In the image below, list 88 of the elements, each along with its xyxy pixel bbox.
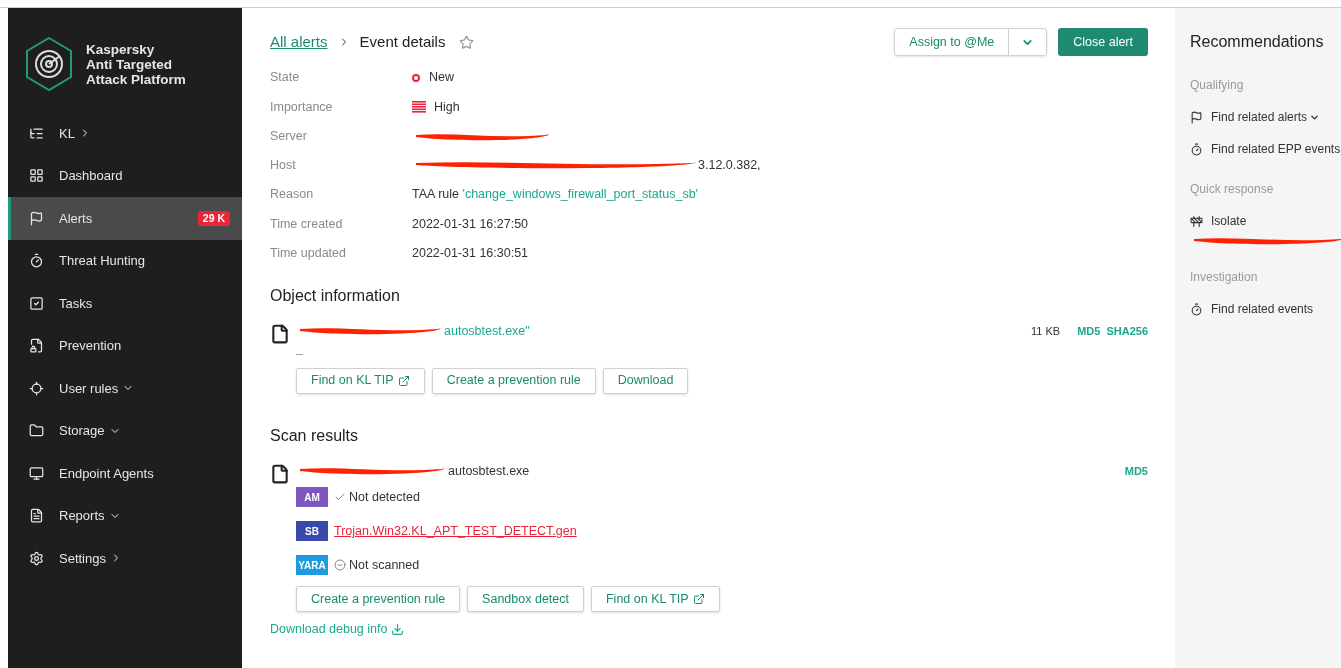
sidebar-label: KL	[59, 124, 75, 143]
section-title: Object information	[270, 286, 401, 307]
sidebar-item[interactable]: Settings	[8, 537, 242, 580]
sidebar-label: Alerts	[59, 209, 93, 228]
detail-value: 3.12.0.382,	[698, 157, 761, 175]
download-icon	[391, 623, 405, 637]
folder-icon	[29, 423, 44, 439]
flag-icon	[29, 210, 44, 226]
page-title: Event details	[359, 31, 446, 52]
sidebar-item[interactable]: Dashboard	[8, 154, 242, 197]
monitor-icon	[29, 465, 44, 481]
sidebar-item[interactable]: Reports	[8, 494, 242, 537]
tree-icon	[29, 125, 44, 141]
external-link-icon	[692, 593, 705, 606]
grid-icon	[29, 168, 44, 184]
minus-circle-icon	[334, 559, 346, 572]
recommendation-item[interactable]: Isolate	[1190, 212, 1247, 230]
sidebar-label: Prevention	[59, 337, 122, 355]
detail-label: Reason	[270, 186, 315, 204]
detail-value: 2022-01-31 16:27:50	[412, 215, 529, 233]
detail-label: Host	[270, 157, 297, 175]
file-size: 11 KB	[1031, 324, 1061, 340]
detection-link[interactable]: Trojan.Win32.KL_APT_TEST_DETECT.gen	[334, 521, 577, 541]
barrier-icon	[1190, 214, 1203, 228]
sidebar-label: Settings	[59, 549, 106, 568]
timer-icon	[1190, 302, 1203, 316]
flag-icon	[1190, 110, 1203, 124]
close-alert-button[interactable]: Close alert	[1058, 28, 1148, 56]
detail-value: High	[434, 98, 460, 116]
scan-result: Not detected	[349, 488, 420, 506]
section-title: Scan results	[270, 425, 360, 446]
sidebar-label: User rules	[59, 379, 119, 398]
product-name: Kaspersky Anti Targeted Attack Platform	[86, 41, 186, 87]
timer-icon	[29, 253, 44, 269]
panel-title: Recommendations	[1190, 32, 1325, 52]
sidebar-item[interactable]: User rules	[8, 367, 242, 410]
group-title: Quick response	[1190, 181, 1275, 198]
engine-tag: SB	[296, 521, 328, 542]
detail-label: State	[270, 69, 301, 87]
detail-value: New	[429, 69, 454, 87]
group-title: Qualifying	[1190, 77, 1245, 94]
logo-icon	[24, 36, 74, 92]
detail-label: Server	[270, 127, 308, 145]
file-note: –	[296, 345, 304, 363]
sidebar-item[interactable]: Prevention	[8, 324, 242, 367]
timer-icon	[1190, 142, 1203, 156]
group-title: Investigation	[1190, 269, 1259, 286]
crosshair-icon	[29, 380, 44, 396]
detail-value: TAA rule 'change_windows_firewall_port_status_sb'	[412, 186, 698, 204]
sidebar-label: Tasks	[59, 294, 93, 313]
detail-label: Importance	[270, 98, 334, 116]
action-button[interactable]: Find on KL TIP	[296, 367, 425, 394]
external-link-icon	[397, 374, 410, 387]
count-badge: 29 K	[197, 210, 230, 226]
document-icon	[29, 508, 44, 524]
action-button[interactable]: Create a prevention rule	[431, 367, 596, 394]
action-button[interactable]: Create a prevention rule	[296, 586, 461, 613]
sidebar-label: Threat Hunting	[59, 252, 145, 270]
recommendation-item[interactable]: Find related alerts	[1190, 108, 1321, 126]
sidebar-item[interactable]: Storage	[8, 409, 242, 452]
scan-result: Not scanned	[349, 556, 420, 574]
sidebar-label: Storage	[59, 422, 105, 440]
action-button[interactable]: Find on KL TIP	[591, 586, 720, 613]
document-lock-icon	[29, 338, 44, 354]
sidebar-item[interactable]: KL	[8, 112, 242, 155]
detail-label: Time created	[270, 215, 344, 233]
breadcrumb-link[interactable]: All alerts	[270, 30, 328, 54]
engine-tag: YARA	[296, 555, 328, 576]
settings-icon	[29, 550, 44, 566]
importance-icon	[412, 100, 426, 113]
sidebar-item[interactable]: Endpoint Agents	[8, 452, 242, 495]
recommendation-item[interactable]: Find related EPP events	[1190, 140, 1341, 158]
checkbox-icon	[29, 295, 44, 311]
file-name: autosbtest.exe	[448, 462, 530, 480]
sidebar-label: Dashboard	[59, 167, 123, 185]
sidebar-item[interactable]: Alerts 29 K	[8, 197, 242, 240]
action-button[interactable]: Download	[602, 367, 689, 394]
sidebar-item[interactable]: Threat Hunting	[8, 239, 242, 282]
assign-button[interactable]: Assign to @Me	[895, 29, 1010, 55]
detail-label: Time updated	[270, 245, 347, 263]
star-icon[interactable]	[459, 34, 475, 50]
recommendation-item[interactable]: Find related events	[1190, 300, 1314, 318]
sidebar-label: Endpoint Agents	[59, 464, 154, 483]
detail-value: 2022-01-31 16:30:51	[412, 245, 529, 263]
sidebar-item[interactable]: Tasks	[8, 282, 242, 325]
action-button[interactable]: Sandbox detect	[467, 586, 584, 613]
engine-tag: AM	[296, 487, 328, 508]
sidebar-label: Reports	[59, 507, 105, 525]
